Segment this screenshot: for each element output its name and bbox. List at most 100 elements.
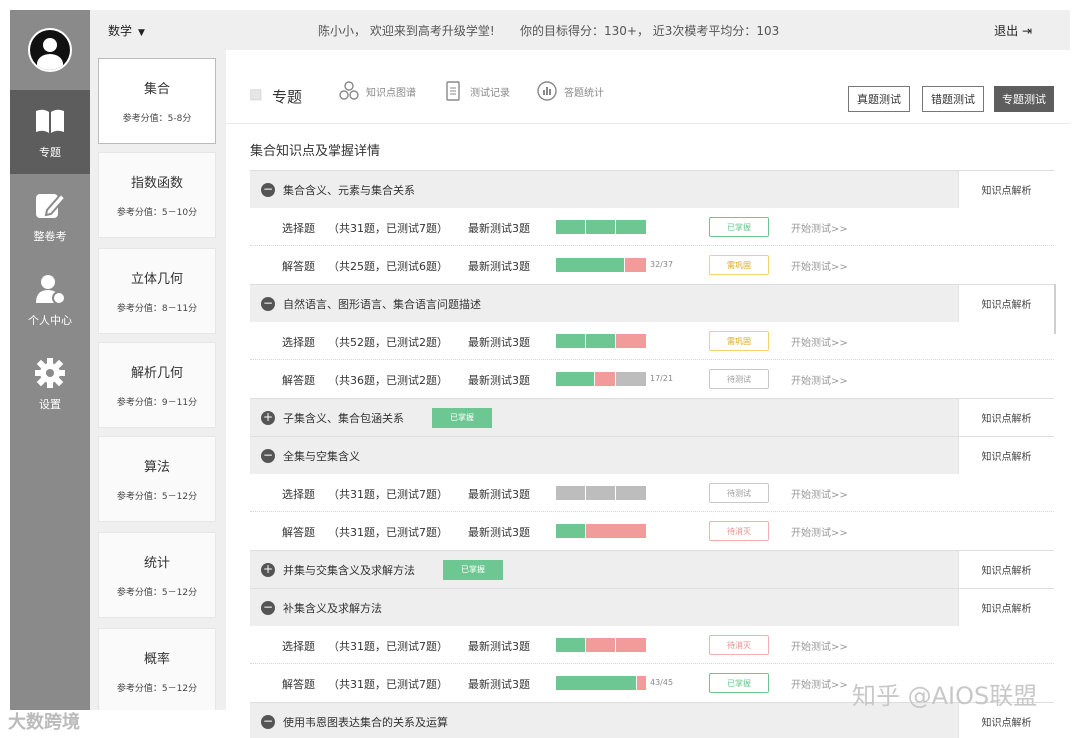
tab-label: 知识点图谱 [366,87,416,99]
topic-card[interactable]: 指数函数 参考分值：5－10分 [98,152,216,238]
knowledge-analysis-button[interactable]: 知识点解析 [958,437,1054,474]
topic-title: 立体几何 [130,272,183,287]
scrollbar[interactable] [1054,284,1056,334]
nav-item-settings[interactable]: 设置 [10,342,90,426]
collapse-icon[interactable]: − [261,714,275,729]
mastery-bar-segment [556,638,586,652]
status-badge: 待消灭 [709,521,769,541]
collapse-icon[interactable]: − [261,600,275,615]
panel-header: 专题 知识点图谱 测试记录 答题统计 真题测试 错题测试 专题测试 [226,58,1070,124]
question-count: （共31题，已测试7题） [328,222,448,235]
knowledge-analysis-button[interactable]: 知识点解析 [958,399,1054,436]
logout-button[interactable]: 退出 ⇥ [994,22,1032,39]
collapse-icon[interactable]: − [261,448,275,463]
mastery-bar [556,334,646,348]
knowledge-analysis-button[interactable]: 知识点解析 [958,171,1054,208]
start-test-link[interactable]: 开始测试>> [791,258,848,273]
topic-score: 参考分值：8－11分 [116,304,198,314]
mastery-bar-segment [586,524,646,538]
logout-icon: ⇥ [1021,23,1032,38]
mastery-bar-segment [637,676,646,690]
nav-item-profile[interactable]: 个人中心 [10,258,90,342]
topic-card[interactable]: 立体几何 参考分值：8－11分 [98,248,216,334]
status-badge: 已掌握 [709,217,769,237]
question-count: （共31题，已测试7题） [328,488,448,501]
start-test-link[interactable]: 开始测试>> [791,676,848,691]
real-exam-test-button[interactable]: 真题测试 [848,86,910,112]
topic-score: 参考分值：5-8分 [122,114,192,124]
topic-score: 参考分值：9－11分 [116,398,198,408]
question-type-row: 选择题 （共31题，已测试7题） 最新测试3题 待测试 开始测试>> [250,474,1054,512]
expand-icon[interactable]: + [261,562,275,577]
collapse-icon[interactable]: − [261,296,275,311]
tab-topic[interactable]: 专题 [250,86,302,107]
mastery-bar-segment [616,638,646,652]
nav-item-full-exam[interactable]: 整卷考 [10,174,90,258]
question-count: （共36题，已测试2题） [328,374,448,387]
topic-card[interactable]: 概率 参考分值：5－12分 [98,628,216,710]
topic-title: 算法 [143,460,170,475]
knowledge-analysis-button[interactable]: 知识点解析 [958,589,1054,626]
start-test-link[interactable]: 开始测试>> [791,220,848,235]
tab-test-records[interactable]: 测试记录 [442,80,510,102]
topic-title: 概率 [143,652,170,667]
start-test-link[interactable]: 开始测试>> [791,524,848,539]
knowledge-point-header: − 集合含义、元素与集合关系 知识点解析 [250,170,1054,208]
start-test-link[interactable]: 开始测试>> [791,372,848,387]
gear-icon [35,358,65,388]
mastery-bar-segment [556,334,586,348]
knowledge-point-title: 使用韦恩图表达集合的关系及运算 [283,715,448,729]
latest-test-label: 最新测试3题 [468,336,530,349]
tab-knowledge-graph[interactable]: 知识点图谱 [338,80,416,102]
question-count: （共25题，已测试6题） [328,260,448,273]
topic-card[interactable]: 统计 参考分值：5－12分 [98,532,216,618]
start-test-link[interactable]: 开始测试>> [791,638,848,653]
knowledge-point-title: 并集与交集含义及求解方法 [283,563,415,577]
knowledge-analysis-button[interactable]: 知识点解析 [958,285,1054,322]
tab-label: 专题 [272,88,303,106]
topic-card[interactable]: 集合 参考分值：5-8分 [98,58,216,144]
mastery-bar-segment [616,220,646,234]
wrong-question-test-button[interactable]: 错题测试 [922,86,984,112]
mastery-bar [556,524,646,538]
mastery-bar-segment [556,486,586,500]
nav-label-profile: 个人中心 [28,314,72,327]
mastery-bar [556,676,646,690]
topic-card[interactable]: 解析几何 参考分值：9－11分 [98,342,216,428]
start-test-link[interactable]: 开始测试>> [791,334,848,349]
knowledge-point-header: − 自然语言、图形语言、集合语言问题描述 知识点解析 [250,284,1054,322]
mastery-bar-segment [616,372,646,386]
main-panel: 专题 知识点图谱 测试记录 答题统计 真题测试 错题测试 专题测试 集合知识点及… [226,58,1070,738]
status-badge: 待测试 [709,483,769,503]
mastered-badge: 已掌握 [443,559,503,580]
mastery-bar-segment [586,638,616,652]
knowledge-analysis-button[interactable]: 知识点解析 [958,551,1054,588]
user-avatar-icon[interactable] [28,28,72,72]
question-type-row: 选择题 （共31题，已测试7题） 最新测试3题 待消灭 开始测试>> [250,626,1054,664]
start-test-link[interactable]: 开始测试>> [791,486,848,501]
score-fraction: 32/37 [650,260,674,269]
topic-test-button[interactable]: 专题测试 [994,86,1054,112]
topic-card[interactable]: 算法 参考分值：5－12分 [98,436,216,522]
latest-test-label: 最新测试3题 [468,640,530,653]
nav-item-topics[interactable]: 专题 [10,90,90,174]
expand-icon[interactable]: + [261,410,275,425]
mastery-bar-segment [586,486,616,500]
knowledge-point-list: − 集合含义、元素与集合关系 知识点解析 选择题 （共31题，已测试7题） 最新测试3题已… [250,170,1054,738]
tab-answer-stats[interactable]: 答题统计 [536,80,604,102]
status-badge: 待测试 [709,369,769,389]
question-type-row: 选择题 （共31题，已测试7题） 最新测试3题 已掌握 开始测试>> [250,208,1054,246]
watermark-right: 知乎 @AIOS联盟 [852,682,1038,710]
knowledge-point-header: − 补集含义及求解方法 知识点解析 [250,588,1054,626]
mastery-bar-segment [625,258,646,272]
collapse-icon[interactable]: − [261,182,275,197]
topic-score: 参考分值：5－12分 [116,684,198,694]
mastery-bar [556,638,646,652]
subject-dropdown[interactable]: 数学 ▼ [108,22,145,39]
question-type-row: 选择题 （共52题，已测试2题） 最新测试3题 需巩固 开始测试>> [250,322,1054,360]
mastery-bar [556,220,646,234]
question-type: 选择题 [282,488,315,501]
mastery-bar-segment [616,334,646,348]
book-icon [36,109,64,133]
mastery-bar-segment [556,524,586,538]
